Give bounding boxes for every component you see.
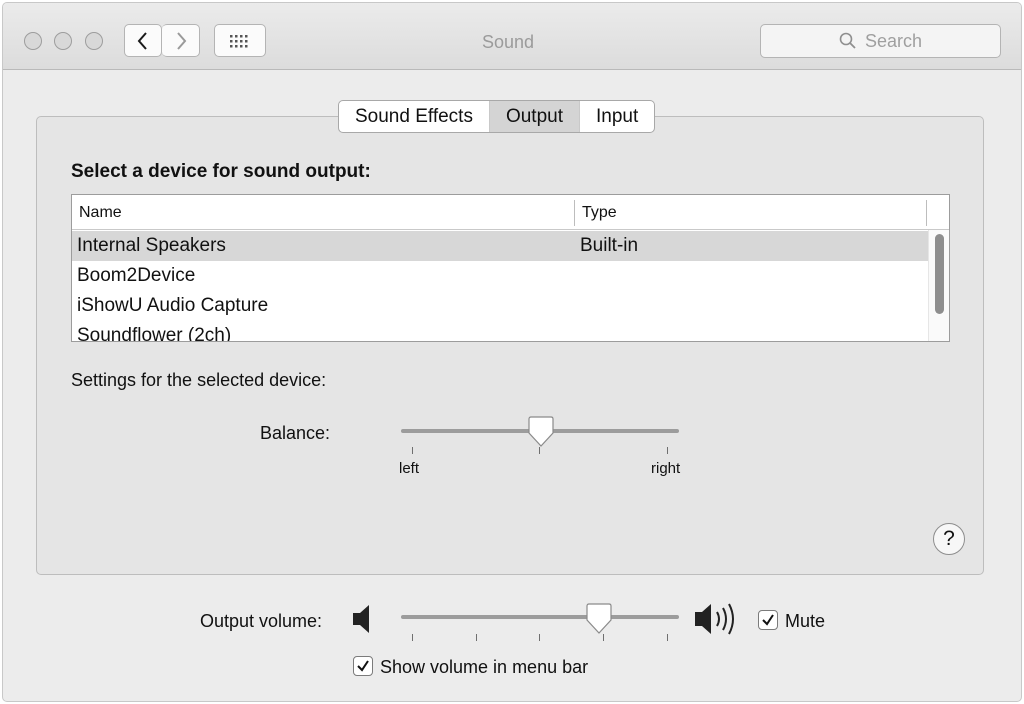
- title-bar: Sound Search: [3, 3, 1021, 70]
- tab-input[interactable]: Input: [580, 101, 654, 132]
- tab-output[interactable]: Output: [489, 101, 580, 132]
- balance-left-label: left: [399, 460, 420, 477]
- back-button[interactable]: [124, 24, 162, 57]
- balance-tick: [539, 447, 540, 454]
- help-icon: ?: [943, 527, 955, 550]
- balance-right-label: right: [651, 460, 681, 477]
- tab-bar: Sound Effects Output Input: [338, 100, 656, 133]
- window-title: Sound: [481, 32, 535, 52]
- mute-label: Mute: [785, 611, 826, 631]
- device-name: iShowU Audio Capture: [77, 295, 269, 316]
- forward-icon: [176, 31, 186, 50]
- tab-sound-effects[interactable]: Sound Effects: [339, 101, 490, 132]
- show-volume-label: Show volume in menu bar: [380, 657, 589, 677]
- device-type: Built-in: [580, 235, 639, 256]
- volume-tick: [667, 634, 668, 641]
- table-row[interactable]: Boom2Device: [72, 261, 930, 291]
- output-volume-label: Output volume:: [200, 611, 323, 631]
- volume-track[interactable]: [401, 615, 679, 619]
- speaker-high-icon: [695, 603, 734, 635]
- grid-icon: [230, 34, 248, 47]
- table-scrollbar[interactable]: [928, 230, 949, 341]
- help-button[interactable]: ?: [933, 523, 965, 555]
- scrollbar-thumb[interactable]: [935, 234, 944, 314]
- volume-tick: [539, 634, 540, 641]
- close-button[interactable]: [24, 32, 42, 50]
- volume-tick: [476, 634, 477, 641]
- checkmark-icon: [762, 614, 774, 626]
- settings-label: Settings for the selected device:: [71, 370, 327, 390]
- balance-tick: [412, 447, 413, 454]
- table-row[interactable]: iShowU Audio Capture: [72, 291, 930, 321]
- table-header: Name Type: [72, 195, 949, 230]
- show-volume-checkbox[interactable]: [353, 656, 373, 676]
- volume-tick: [412, 634, 413, 641]
- balance-label: Balance:: [260, 423, 331, 443]
- volume-tick: [603, 634, 604, 641]
- balance-slider-thumb[interactable]: [527, 416, 554, 448]
- column-divider: [574, 200, 575, 226]
- balance-tick: [667, 447, 668, 454]
- search-placeholder: Search: [864, 30, 923, 51]
- device-heading: Select a device for sound output:: [71, 161, 371, 182]
- volume-slider-thumb[interactable]: [586, 603, 612, 635]
- checkmark-icon: [357, 660, 369, 672]
- column-header-type[interactable]: Type: [582, 204, 617, 222]
- back-icon: [137, 31, 147, 50]
- speaker-low-icon: [353, 605, 369, 633]
- table-row[interactable]: Soundflower (2ch): [72, 321, 930, 342]
- device-name: Soundflower (2ch): [77, 325, 232, 342]
- column-header-name[interactable]: Name: [79, 204, 122, 222]
- show-all-button[interactable]: [214, 24, 266, 57]
- forward-button[interactable]: [162, 24, 200, 57]
- minimize-button[interactable]: [54, 32, 72, 50]
- search-field[interactable]: Search: [760, 24, 1001, 58]
- mute-checkbox[interactable]: [758, 610, 778, 630]
- zoom-button[interactable]: [85, 32, 103, 50]
- device-name: Internal Speakers: [77, 235, 226, 256]
- output-panel: [36, 116, 984, 575]
- column-divider: [926, 200, 927, 226]
- table-row[interactable]: Internal Speakers Built-in: [72, 231, 930, 261]
- search-icon: [839, 32, 856, 49]
- device-name: Boom2Device: [77, 265, 196, 286]
- device-table: Name Type Internal Speakers Built-in Boo…: [71, 194, 950, 342]
- sound-preferences-window: Sound Search Sound Effects Output Input …: [2, 2, 1022, 702]
